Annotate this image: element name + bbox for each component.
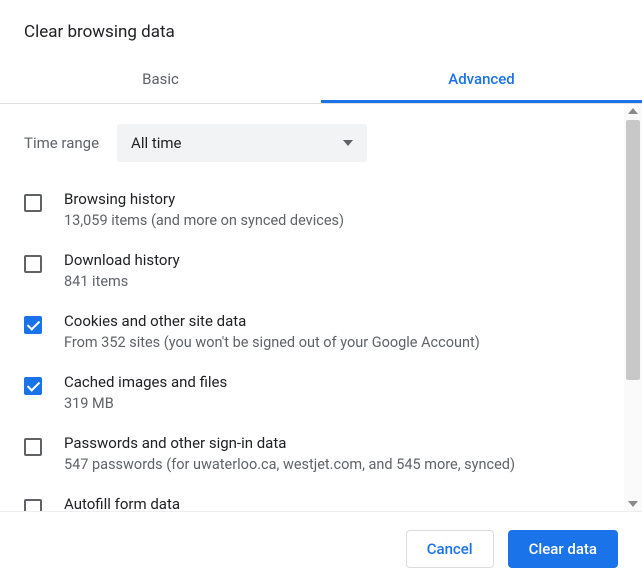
option-title: Autofill form data (64, 495, 180, 511)
clear-browsing-data-dialog: Clear browsing data Basic Advanced Time … (0, 0, 642, 586)
content-area: Time range All time Browsing history 13,… (0, 104, 642, 511)
tab-advanced[interactable]: Advanced (321, 56, 642, 103)
option-title: Cookies and other site data (64, 312, 480, 330)
content-scroll: Time range All time Browsing history 13,… (0, 104, 642, 511)
option-sub: 319 MB (64, 395, 227, 412)
checkbox-passwords[interactable] (24, 438, 42, 456)
option-cookies: Cookies and other site data From 352 sit… (24, 312, 618, 351)
time-range-select[interactable]: All time (117, 124, 367, 162)
checkbox-cookies[interactable] (24, 316, 42, 334)
time-range-label: Time range (24, 134, 99, 152)
scrollbar[interactable] (624, 104, 642, 511)
option-download-history: Download history 841 items (24, 251, 618, 290)
chevron-down-icon (343, 140, 353, 146)
option-passwords: Passwords and other sign-in data 547 pas… (24, 434, 618, 473)
clear-data-button[interactable]: Clear data (508, 530, 618, 568)
option-sub: 841 items (64, 273, 180, 290)
option-cached: Cached images and files 319 MB (24, 373, 618, 412)
checkbox-browsing-history[interactable] (24, 194, 42, 212)
scroll-up-icon[interactable] (628, 108, 638, 114)
option-sub: 13,059 items (and more on synced devices… (64, 212, 344, 229)
dialog-footer: Cancel Clear data (0, 511, 642, 586)
option-title: Passwords and other sign-in data (64, 434, 515, 452)
checkbox-download-history[interactable] (24, 255, 42, 273)
option-title: Cached images and files (64, 373, 227, 391)
option-title: Download history (64, 251, 180, 269)
option-title: Browsing history (64, 190, 344, 208)
options-list: Browsing history 13,059 items (and more … (24, 190, 618, 511)
option-sub: From 352 sites (you won't be signed out … (64, 334, 480, 351)
scroll-down-icon[interactable] (628, 501, 638, 507)
cancel-button[interactable]: Cancel (406, 530, 494, 568)
checkbox-autofill[interactable] (24, 499, 42, 511)
option-browsing-history: Browsing history 13,059 items (and more … (24, 190, 618, 229)
tab-bar: Basic Advanced (0, 56, 642, 104)
checkbox-cached[interactable] (24, 377, 42, 395)
dialog-title: Clear browsing data (0, 0, 642, 56)
time-range-value: All time (131, 134, 181, 152)
scrollbar-thumb[interactable] (626, 120, 640, 380)
option-autofill: Autofill form data (24, 495, 618, 511)
tab-basic[interactable]: Basic (0, 56, 321, 103)
option-sub: 547 passwords (for uwaterloo.ca, westjet… (64, 456, 515, 473)
time-range-row: Time range All time (24, 124, 618, 162)
